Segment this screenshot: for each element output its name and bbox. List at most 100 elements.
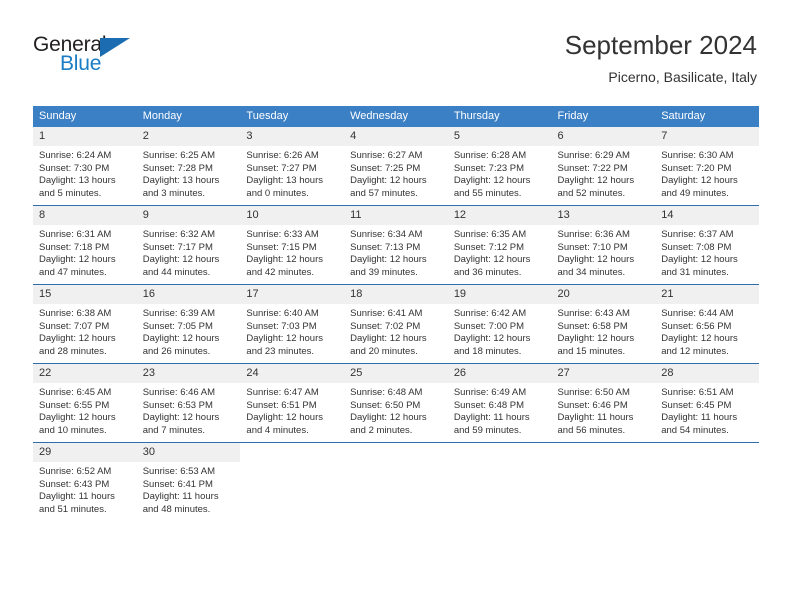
calendar-week-row: 22 Sunrise: 6:45 AM Sunset: 6:55 PM Dayligh… [33, 363, 759, 443]
calendar-day-cell[interactable]: 6 Sunrise: 6:29 AM Sunset: 7:22 PM Daylight… [551, 127, 656, 206]
calendar-day-cell[interactable]: 9 Sunrise: 6:32 AM Sunset: 7:17 PM Daylight… [136, 205, 241, 285]
day-details: Sunrise: 6:49 AM Sunset: 6:48 PM Daylight:… [448, 383, 552, 437]
sunrise-text: Sunrise: 6:40 AM [246, 308, 319, 319]
calendar-day-cell[interactable]: 10 Sunrise: 6:33 AM Sunset: 7:15 PM Dayligh… [240, 205, 345, 285]
sunrise-text: Sunrise: 6:43 AM [557, 308, 630, 319]
sunset-text: Sunset: 6:46 PM [557, 399, 628, 411]
day-details: Sunrise: 6:27 AM Sunset: 7:25 PM Daylight:… [344, 146, 448, 200]
daylight-text-line2: and 26 minutes. [142, 345, 211, 357]
day-number: 18 [344, 285, 448, 304]
daylight-text-line2: and 34 minutes. [557, 266, 626, 278]
sunrise-text: Sunrise: 6:38 AM [39, 308, 112, 319]
calendar-day-cell[interactable]: 15 Sunrise: 6:38 AM Sunset: 7:07 PM Dayligh… [33, 284, 137, 364]
calendar-day-cell[interactable]: 7 Sunrise: 6:30 AM Sunset: 7:20 PM Daylight… [655, 127, 759, 206]
calendar-day-cell[interactable]: 19 Sunrise: 6:42 AM Sunset: 7:00 PM Dayligh… [447, 284, 552, 364]
day-details: Sunrise: 6:30 AM Sunset: 7:20 PM Daylight:… [655, 146, 759, 200]
day-details: Sunrise: 6:41 AM Sunset: 7:02 PM Daylight:… [344, 304, 448, 358]
sunrise-text: Sunrise: 6:34 AM [350, 229, 423, 240]
sunset-text: Sunset: 6:50 PM [350, 399, 421, 411]
calendar-day-cell[interactable]: 13 Sunrise: 6:36 AM Sunset: 7:10 PM Dayligh… [551, 205, 656, 285]
sunset-text: Sunset: 7:10 PM [557, 241, 628, 253]
sunset-text: Sunset: 6:55 PM [39, 399, 110, 411]
calendar-day-cell[interactable]: 11 Sunrise: 6:34 AM Sunset: 7:13 PM Dayligh… [344, 205, 448, 285]
calendar-day-cell[interactable]: 30 Sunrise: 6:53 AM Sunset: 6:41 PM Dayligh… [136, 442, 241, 521]
day-details: Sunrise: 6:31 AM Sunset: 7:18 PM Daylight:… [33, 225, 137, 279]
sunset-text: Sunset: 7:30 PM [39, 162, 110, 174]
calendar-day-cell[interactable]: 21 Sunrise: 6:44 AM Sunset: 6:56 PM Dayligh… [655, 284, 759, 364]
day-details [448, 462, 552, 466]
day-number: 7 [655, 127, 759, 146]
calendar-day-cell[interactable]: 23 Sunrise: 6:46 AM Sunset: 6:53 PM Dayligh… [136, 363, 241, 443]
daylight-text-line1: Daylight: 12 hours [661, 254, 738, 266]
weekday-header-tuesday: Tuesday [240, 106, 345, 127]
sunset-text: Sunset: 6:45 PM [661, 399, 732, 411]
daylight-text-line1: Daylight: 11 hours [557, 412, 634, 424]
calendar-day-cell[interactable]: 28 Sunrise: 6:51 AM Sunset: 6:45 PM Dayligh… [655, 363, 759, 443]
sunset-text: Sunset: 7:08 PM [661, 241, 732, 253]
calendar-day-cell[interactable]: 18 Sunrise: 6:41 AM Sunset: 7:02 PM Dayligh… [344, 284, 448, 364]
weekday-header-friday: Friday [551, 106, 656, 127]
calendar-day-cell[interactable]: 8 Sunrise: 6:31 AM Sunset: 7:18 PM Daylight… [33, 205, 137, 285]
weekday-header-sunday: Sunday [33, 106, 137, 127]
sunrise-text: Sunrise: 6:28 AM [453, 150, 527, 161]
sunset-text: Sunset: 7:18 PM [39, 241, 110, 253]
calendar-day-cell[interactable]: 5 Sunrise: 6:28 AM Sunset: 7:23 PM Daylight… [447, 127, 552, 206]
day-number: 30 [136, 443, 241, 462]
day-number: 20 [551, 285, 656, 304]
calendar-day-cell[interactable]: 3 Sunrise: 6:26 AM Sunset: 7:27 PM Daylight… [240, 127, 345, 206]
day-details: Sunrise: 6:35 AM Sunset: 7:12 PM Daylight:… [448, 225, 552, 279]
daylight-text-line2: and 47 minutes. [39, 266, 107, 278]
sunset-text: Sunset: 6:58 PM [557, 320, 628, 332]
calendar-day-cell[interactable]: 25 Sunrise: 6:48 AM Sunset: 6:50 PM Dayligh… [344, 363, 448, 443]
daylight-text-line2: and 18 minutes. [453, 345, 522, 357]
triangle-icon [100, 38, 130, 57]
day-number: 15 [33, 285, 137, 304]
daylight-text-line2: and 59 minutes. [453, 424, 522, 436]
day-details: Sunrise: 6:28 AM Sunset: 7:23 PM Daylight:… [448, 146, 552, 200]
day-details: Sunrise: 6:25 AM Sunset: 7:28 PM Daylight:… [137, 146, 241, 200]
calendar-day-cell[interactable]: 4 Sunrise: 6:27 AM Sunset: 7:25 PM Daylight… [344, 127, 448, 206]
day-number: 26 [447, 364, 552, 383]
day-number: 21 [655, 285, 759, 304]
day-number: 22 [33, 364, 137, 383]
daylight-text-line2: and 31 minutes. [661, 266, 729, 278]
calendar-day-cell[interactable]: 24 Sunrise: 6:47 AM Sunset: 6:51 PM Dayligh… [240, 363, 345, 443]
calendar-day-cell[interactable]: 17 Sunrise: 6:40 AM Sunset: 7:03 PM Dayligh… [240, 284, 345, 364]
day-details: Sunrise: 6:47 AM Sunset: 6:51 PM Daylight:… [240, 383, 344, 437]
calendar-day-cell[interactable]: 2 Sunrise: 6:25 AM Sunset: 7:28 PM Daylight… [136, 127, 241, 206]
daylight-text-line1: Daylight: 11 hours [661, 412, 738, 424]
calendar-day-cell[interactable]: 29 Sunrise: 6:52 AM Sunset: 6:43 PM Dayligh… [33, 442, 137, 521]
calendar-week-row: 8 Sunrise: 6:31 AM Sunset: 7:18 PM Daylight… [33, 205, 759, 285]
day-details: Sunrise: 6:36 AM Sunset: 7:10 PM Daylight:… [552, 225, 656, 279]
brand-logo[interactable]: General Blue [33, 33, 213, 81]
calendar-day-cell[interactable]: 20 Sunrise: 6:43 AM Sunset: 6:58 PM Dayligh… [551, 284, 656, 364]
sunset-text: Sunset: 6:56 PM [661, 320, 732, 332]
sunset-text: Sunset: 6:51 PM [246, 399, 317, 411]
calendar-day-cell[interactable]: 22 Sunrise: 6:45 AM Sunset: 6:55 PM Dayligh… [33, 363, 137, 443]
day-details: Sunrise: 6:34 AM Sunset: 7:13 PM Daylight:… [344, 225, 448, 279]
calendar-day-cell[interactable]: 12 Sunrise: 6:35 AM Sunset: 7:12 PM Dayligh… [447, 205, 552, 285]
sunrise-text: Sunrise: 6:45 AM [39, 387, 112, 398]
daylight-text-line2: and 10 minutes. [39, 424, 107, 436]
day-details: Sunrise: 6:51 AM Sunset: 6:45 PM Daylight:… [655, 383, 759, 437]
calendar-day-cell[interactable]: 27 Sunrise: 6:50 AM Sunset: 6:46 PM Dayligh… [551, 363, 656, 443]
sunset-text: Sunset: 6:41 PM [142, 478, 213, 490]
day-details: Sunrise: 6:40 AM Sunset: 7:03 PM Daylight:… [240, 304, 344, 358]
sunset-text: Sunset: 7:28 PM [142, 162, 213, 174]
calendar-day-cell[interactable]: 14 Sunrise: 6:37 AM Sunset: 7:08 PM Dayligh… [655, 205, 759, 285]
sunrise-text: Sunrise: 6:42 AM [453, 308, 527, 319]
weekday-header-wednesday: Wednesday [344, 106, 448, 127]
daylight-text-line1: Daylight: 12 hours [661, 333, 738, 345]
daylight-text-line1: Daylight: 12 hours [39, 412, 116, 424]
calendar-day-cell[interactable]: 1 Sunrise: 6:24 AM Sunset: 7:30 PM Daylight… [33, 127, 137, 206]
daylight-text-line2: and 51 minutes. [39, 503, 107, 515]
daylight-text-line2: and 49 minutes. [661, 187, 729, 199]
calendar-day-cell[interactable]: 16 Sunrise: 6:39 AM Sunset: 7:05 PM Dayligh… [136, 284, 241, 364]
day-number [655, 443, 759, 462]
sunset-text: Sunset: 7:12 PM [453, 241, 525, 253]
day-number: 3 [240, 127, 345, 146]
calendar-day-cell[interactable]: 26 Sunrise: 6:49 AM Sunset: 6:48 PM Dayligh… [447, 363, 552, 443]
daylight-text-line1: Daylight: 12 hours [350, 254, 427, 266]
sunset-text: Sunset: 7:27 PM [246, 162, 317, 174]
calendar-page: General Blue September 2024 Picerno, Bas… [0, 0, 792, 612]
